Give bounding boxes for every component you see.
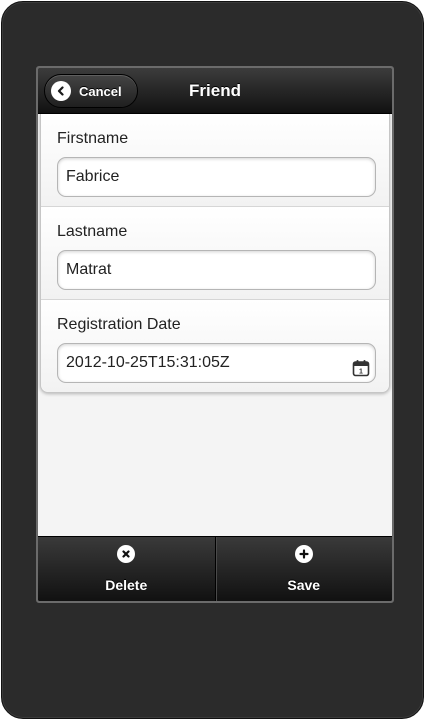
arrow-left-icon bbox=[51, 81, 71, 101]
calendar-icon[interactable]: 1 bbox=[352, 354, 370, 377]
cancel-button[interactable]: Cancel bbox=[44, 74, 138, 108]
lastname-field[interactable]: Matrat bbox=[57, 250, 376, 290]
save-button[interactable]: Save bbox=[214, 537, 393, 601]
svg-text:1: 1 bbox=[359, 369, 363, 376]
lastname-label: Lastname bbox=[57, 223, 128, 240]
footer-toolbar: Delete Save bbox=[38, 536, 392, 601]
delete-button[interactable]: Delete bbox=[38, 537, 215, 601]
registration-date-field[interactable]: 2012-10-25T15:31:05Z 1 bbox=[57, 343, 376, 383]
registration-date-value: 2012-10-25T15:31:05Z bbox=[66, 354, 230, 371]
delete-icon bbox=[117, 545, 136, 563]
firstname-field[interactable]: Fabrice bbox=[57, 157, 376, 197]
registration-date-label: Registration Date bbox=[57, 316, 181, 333]
save-label: Save bbox=[287, 577, 321, 593]
device-frame: Friend Cancel Firstname Fabrice Lastname… bbox=[1, 1, 424, 719]
app-screen: Friend Cancel Firstname Fabrice Lastname… bbox=[36, 66, 394, 603]
registration-date-row: Registration Date 2012-10-25T15:31:05Z 1 bbox=[41, 300, 389, 392]
header-bar: Friend Cancel bbox=[38, 68, 392, 114]
delete-label: Delete bbox=[105, 577, 148, 593]
lastname-row: Lastname Matrat bbox=[41, 207, 389, 300]
friend-form: Firstname Fabrice Lastname Matrat Regist… bbox=[40, 114, 390, 393]
plus-icon bbox=[294, 545, 313, 563]
firstname-row: Firstname Fabrice bbox=[41, 114, 389, 207]
cancel-label: Cancel bbox=[79, 83, 122, 99]
firstname-label: Firstname bbox=[57, 130, 129, 147]
